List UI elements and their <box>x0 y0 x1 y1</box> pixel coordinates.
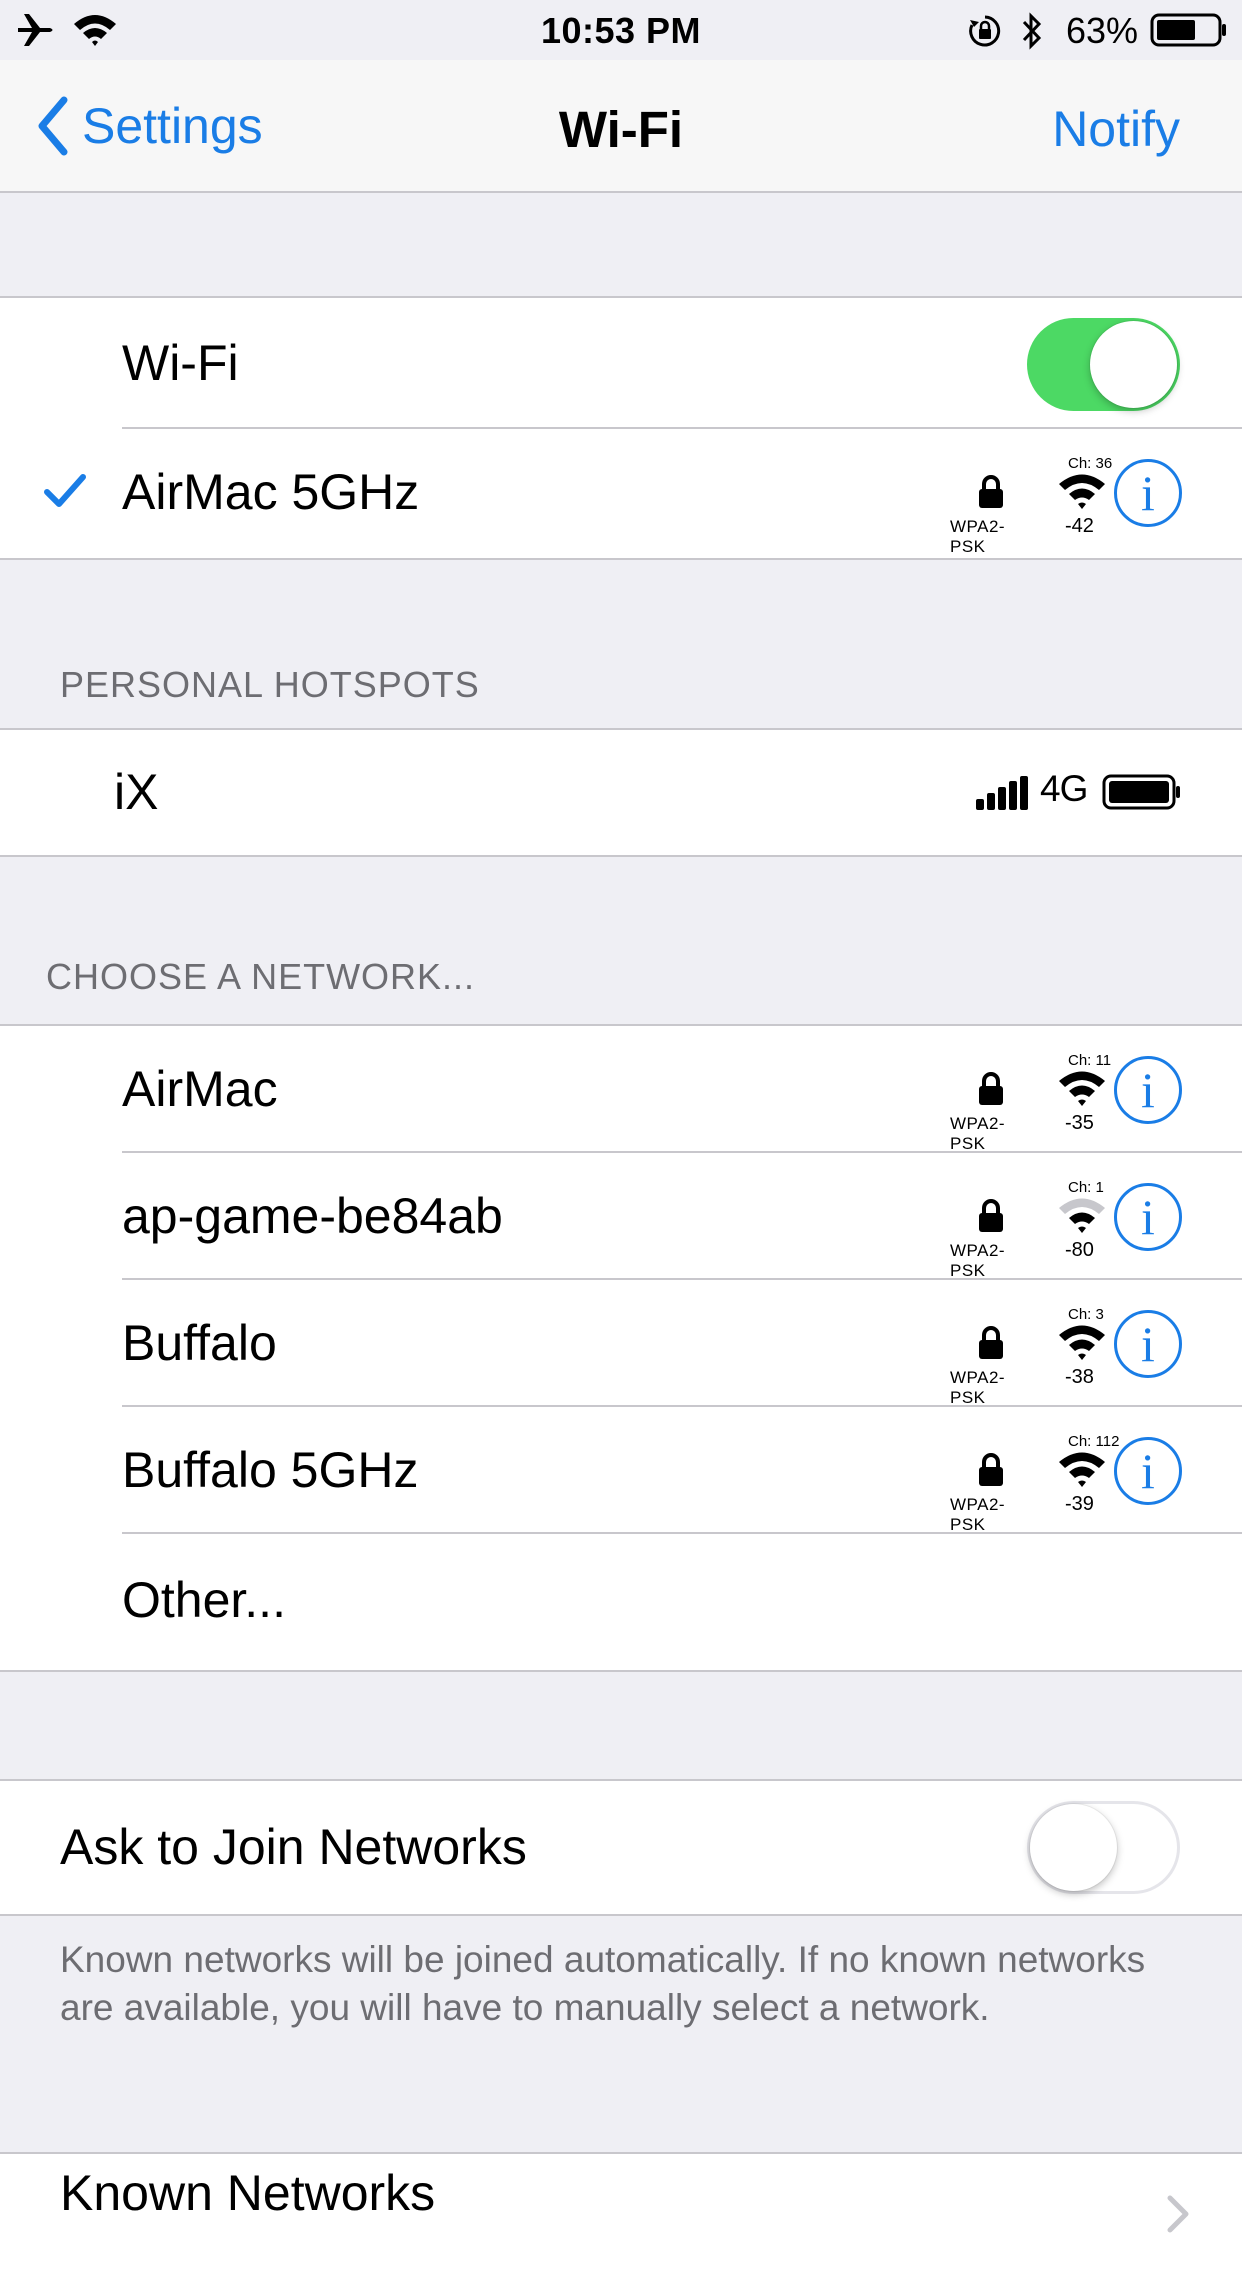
wifi-group: Wi-Fi AirMac 5GHz WPA2-PSK Ch: 36 -42 i <box>0 296 1242 560</box>
network-name: Buffalo <box>122 1315 277 1371</box>
current-network-row[interactable]: AirMac 5GHz WPA2-PSK Ch: 36 -42 i <box>0 429 1242 556</box>
info-button[interactable]: i <box>1114 1310 1182 1378</box>
wifi-signal-weak-icon <box>1059 1198 1105 1233</box>
known-networks-group: Known Networks <box>0 2152 1242 2294</box>
info-button[interactable]: i <box>1114 1183 1182 1251</box>
security-label: WPA2-PSK <box>950 1495 1006 1534</box>
bluetooth-icon <box>1022 12 1042 50</box>
ask-to-join-label: Ask to Join Networks <box>60 1819 527 1875</box>
rssi-label: -80 <box>1065 1239 1094 1261</box>
security-label: WPA2-PSK <box>950 1368 1006 1407</box>
ask-to-join-group: Ask to Join Networks <box>0 1779 1242 1916</box>
rssi-label: -42 <box>1065 515 1094 537</box>
channel-label: Ch: 112 <box>1068 1433 1120 1450</box>
info-button[interactable]: i <box>1114 459 1182 527</box>
hotspots-group: iX 4G <box>0 728 1242 857</box>
channel-label: Ch: 3 <box>1068 1306 1104 1323</box>
other-network-row[interactable]: Other... <box>0 1534 1242 1666</box>
channel-label: Ch: 1 <box>1068 1179 1104 1196</box>
network-row-ap-game[interactable]: ap-game-be84ab WPA2-PSK Ch: 1 -80 i <box>0 1153 1242 1280</box>
network-name: Buffalo 5GHz <box>122 1442 419 1498</box>
lock-icon <box>979 1199 1003 1232</box>
known-networks-label: Known Networks <box>60 2165 436 2221</box>
rotation-lock-icon <box>969 15 1001 47</box>
wifi-toggle-row: Wi-Fi <box>0 298 1242 429</box>
known-networks-row[interactable]: Known Networks <box>0 2154 1242 2294</box>
lock-icon <box>979 1453 1003 1486</box>
wifi-signal-icon <box>1059 1071 1105 1106</box>
ask-to-join-footer: Known networks will be joined automatica… <box>60 1939 1146 2028</box>
battery-percent: 63% <box>1065 10 1138 51</box>
cellular-signal-icon <box>976 776 1028 810</box>
hotspot-row-ix[interactable]: iX 4G <box>0 730 1242 855</box>
wifi-signal-icon <box>1059 1325 1105 1360</box>
channel-label: Ch: 11 <box>1068 1052 1112 1069</box>
other-network-label: Other... <box>122 1572 286 1628</box>
network-row-buffalo-5ghz[interactable]: Buffalo 5GHz WPA2-PSK Ch: 112 -39 i <box>0 1407 1242 1534</box>
rssi-label: -35 <box>1065 1112 1094 1134</box>
checkmark-icon <box>44 474 86 507</box>
info-button[interactable]: i <box>1114 1056 1182 1124</box>
network-row-airmac[interactable]: AirMac WPA2-PSK Ch: 11 -35 i <box>0 1026 1242 1153</box>
hotspot-battery-icon <box>1102 774 1180 810</box>
rssi-label: -39 <box>1065 1493 1094 1515</box>
chevron-right-icon <box>1167 2195 1189 2233</box>
ask-to-join-row: Ask to Join Networks <box>0 1781 1242 1914</box>
toggle-knob <box>1030 1804 1117 1891</box>
network-name: AirMac <box>122 1061 278 1117</box>
battery-icon <box>1150 13 1226 47</box>
hotspot-name: iX <box>114 764 159 820</box>
wifi-signal-icon <box>1059 1452 1105 1487</box>
wifi-signal-icon <box>1059 474 1105 509</box>
networks-group: AirMac WPA2-PSK Ch: 11 -35 i ap-game-be8… <box>0 1024 1242 1672</box>
security-label: WPA2-PSK <box>950 1241 1006 1280</box>
network-name: AirMac 5GHz <box>122 464 420 520</box>
choose-network-section-header: CHOOSE A NETWORK... <box>46 956 476 997</box>
toggle-knob <box>1090 321 1177 408</box>
status-time: 10:53 PM <box>540 10 702 51</box>
notify-button[interactable]: Notify <box>1052 100 1180 158</box>
lock-icon <box>979 1072 1003 1105</box>
network-name: ap-game-be84ab <box>122 1188 503 1244</box>
security-label: WPA2-PSK <box>950 1114 1006 1153</box>
network-row-buffalo[interactable]: Buffalo WPA2-PSK Ch: 3 -38 i <box>0 1280 1242 1407</box>
wifi-toggle-switch[interactable] <box>1027 318 1180 411</box>
info-button[interactable]: i <box>1114 1437 1182 1505</box>
ask-to-join-toggle-switch[interactable] <box>1027 1801 1180 1894</box>
rssi-label: -38 <box>1065 1366 1094 1388</box>
hotspots-section-header: PERSONAL HOTSPOTS <box>60 664 480 705</box>
status-bar: 10:53 PM 63% <box>0 0 1242 60</box>
lock-icon <box>979 475 1003 508</box>
security-label: WPA2-PSK <box>950 517 1006 556</box>
wifi-toggle-label: Wi-Fi <box>122 335 239 391</box>
hotspot-network-type: 4G <box>1040 768 1088 809</box>
lock-icon <box>979 1326 1003 1359</box>
channel-label: Ch: 36 <box>1068 455 1113 472</box>
navigation-bar: Settings Wi-Fi Notify <box>0 60 1242 193</box>
